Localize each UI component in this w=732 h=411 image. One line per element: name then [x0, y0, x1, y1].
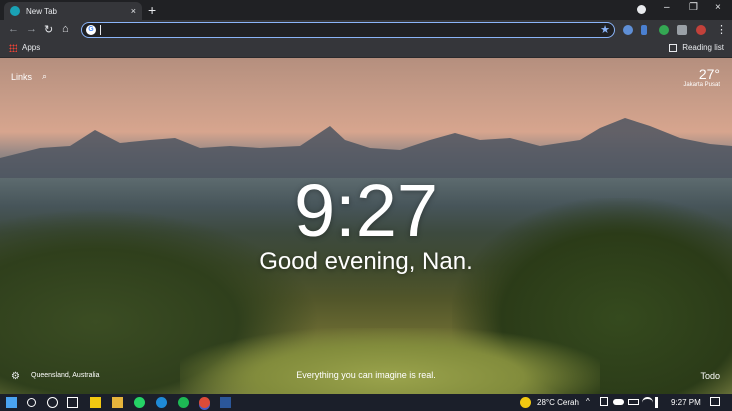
weather-widget[interactable]: 27° Jakarta Pusat — [683, 66, 720, 88]
minimize-button[interactable]: – — [664, 2, 670, 13]
momentum-favicon-icon — [10, 6, 20, 16]
wifi-icon[interactable] — [642, 397, 653, 408]
notifications-icon[interactable] — [710, 397, 720, 406]
search-taskbar-icon[interactable] — [27, 398, 36, 407]
weather-temperature: 27° — [698, 66, 720, 82]
dashboard-background: Links ⌕ 27° Jakarta Pusat 9:27 Good even… — [0, 58, 732, 394]
battery-icon[interactable] — [628, 399, 639, 405]
tab-close-icon[interactable]: × — [131, 6, 136, 16]
apps-label: Apps — [22, 43, 41, 52]
forward-icon[interactable]: → — [26, 23, 37, 35]
clock-time: 9:27 — [293, 169, 439, 252]
google-icon: G — [86, 25, 96, 35]
chrome-icon[interactable] — [199, 397, 210, 408]
task-view-icon[interactable] — [67, 397, 78, 408]
grass-field — [180, 328, 600, 394]
extension-grammarly-icon[interactable] — [659, 25, 669, 35]
tab-title: New Tab — [26, 6, 57, 16]
taskbar-clock[interactable]: 9:27 PM — [671, 398, 701, 407]
windows-taskbar: 28°C Cerah ^ 9:27 PM — [0, 394, 732, 411]
address-bar[interactable]: G ★ — [81, 22, 615, 38]
tab-strip: New Tab × + – ❐ × — [0, 0, 732, 20]
spotify-icon[interactable] — [178, 397, 189, 408]
back-icon[interactable]: ← — [8, 23, 19, 35]
extension-bolt-icon[interactable] — [641, 25, 647, 35]
links-button[interactable]: Links ⌕ — [11, 71, 47, 82]
todo-button[interactable]: Todo — [700, 371, 720, 381]
restore-button[interactable]: ❐ — [689, 2, 698, 13]
whatsapp-icon[interactable] — [134, 397, 145, 408]
bookmark-star-icon[interactable]: ★ — [600, 23, 610, 36]
new-tab-button[interactable]: + — [148, 3, 156, 17]
tray-chevron-icon[interactable]: ^ — [586, 397, 590, 408]
browser-toolbar: ← → ↻ ⌂ G ★ ⋮ — [0, 20, 732, 40]
word-icon[interactable] — [220, 397, 231, 408]
sticky-notes-icon[interactable] — [90, 397, 101, 408]
onedrive-cloud-icon[interactable] — [613, 399, 624, 405]
text-caret — [100, 25, 101, 35]
tab-search-icon[interactable] — [637, 5, 646, 14]
home-icon[interactable]: ⌂ — [62, 23, 69, 35]
menu-icon[interactable]: ⋮ — [716, 23, 727, 36]
tab-new-tab[interactable]: New Tab × — [4, 2, 142, 20]
cortana-icon[interactable] — [47, 397, 58, 408]
volume-icon[interactable] — [655, 397, 663, 408]
search-icon[interactable]: ⌕ — [42, 71, 47, 82]
apps-grid-icon — [9, 43, 17, 52]
extensions-puzzle-icon[interactable] — [677, 25, 687, 35]
apps-bookmark[interactable]: Apps — [9, 43, 40, 52]
greeting-text: Good evening, Nan. — [259, 248, 473, 275]
profile-avatar[interactable] — [696, 25, 706, 35]
daily-quote: Everything you can imagine is real. — [296, 370, 436, 380]
links-label: Links — [11, 71, 33, 82]
reload-icon[interactable]: ↻ — [44, 23, 53, 36]
edge-icon[interactable] — [156, 397, 167, 408]
taskbar-weather-text[interactable]: 28°C Cerah — [537, 398, 579, 407]
windows-start-icon[interactable] — [6, 397, 17, 408]
close-window-button[interactable]: × — [715, 2, 721, 13]
bookmarks-bar: Apps Reading list — [0, 40, 732, 58]
file-explorer-icon[interactable] — [112, 397, 123, 408]
extension-shield-icon[interactable] — [623, 25, 633, 35]
reading-list-icon — [669, 43, 678, 52]
tray-app-icon[interactable] — [600, 397, 608, 406]
reading-list-button[interactable]: Reading list — [669, 43, 724, 52]
weather-location: Jakarta Pusat — [683, 82, 720, 88]
reading-list-label: Reading list — [682, 43, 724, 52]
weather-moon-icon[interactable] — [520, 397, 531, 408]
